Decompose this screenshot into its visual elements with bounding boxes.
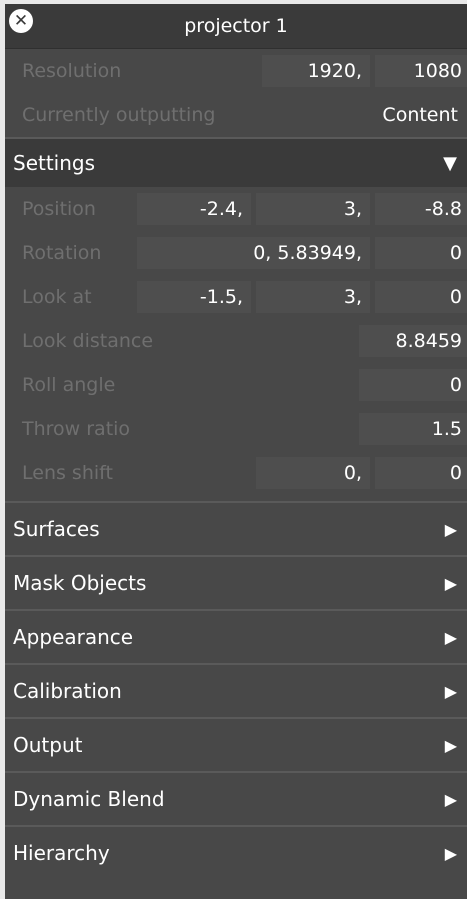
rotation-z-field[interactable]: 0	[375, 237, 467, 269]
appearance-section-header[interactable]: Appearance ▶	[5, 609, 467, 663]
hierarchy-label: Hierarchy	[13, 841, 110, 865]
throw-ratio-row: Throw ratio 1.5	[5, 407, 467, 451]
lens-shift-label: Lens shift	[22, 462, 113, 484]
look-at-x-field[interactable]: -1.5,	[137, 281, 251, 313]
mask-objects-label: Mask Objects	[13, 571, 147, 595]
resolution-label: Resolution	[22, 60, 122, 82]
look-distance-row: Look distance 8.8459	[5, 319, 467, 363]
look-at-y-field[interactable]: 3,	[256, 281, 370, 313]
title-bar: ✕ projector 1	[5, 4, 467, 49]
position-x-field[interactable]: -2.4,	[137, 193, 251, 225]
lens-shift-x-field[interactable]: 0,	[256, 457, 370, 489]
triangle-right-icon[interactable]: ▶	[445, 790, 457, 809]
resolution-height-field[interactable]: 1080	[375, 55, 467, 87]
output-label: Output	[13, 733, 83, 757]
lens-shift-y-field[interactable]: 0	[375, 457, 467, 489]
position-row: Position -2.4, 3, -8.8	[5, 187, 467, 231]
surfaces-section-header[interactable]: Surfaces ▶	[5, 501, 467, 555]
triangle-right-icon[interactable]: ▶	[445, 520, 457, 539]
dynamic-blend-section-header[interactable]: Dynamic Blend ▶	[5, 771, 467, 825]
panel-title: projector 1	[184, 15, 288, 37]
calibration-section-header[interactable]: Calibration ▶	[5, 663, 467, 717]
position-label: Position	[22, 198, 96, 220]
roll-angle-field[interactable]: 0	[359, 369, 467, 401]
resolution-width-field[interactable]: 1920,	[262, 55, 370, 87]
triangle-right-icon[interactable]: ▶	[445, 628, 457, 647]
currently-outputting-label: Currently outputting	[22, 104, 216, 126]
currently-outputting-value: Content	[382, 104, 458, 126]
position-y-field[interactable]: 3,	[256, 193, 370, 225]
dynamic-blend-label: Dynamic Blend	[13, 787, 165, 811]
surfaces-label: Surfaces	[13, 517, 100, 541]
lens-shift-row: Lens shift 0, 0	[5, 451, 467, 495]
look-at-row: Look at -1.5, 3, 0	[5, 275, 467, 319]
triangle-right-icon[interactable]: ▶	[445, 682, 457, 701]
currently-outputting-row: Currently outputting Content	[5, 93, 467, 137]
mask-objects-section-header[interactable]: Mask Objects ▶	[5, 555, 467, 609]
projector-panel: ✕ projector 1 Resolution 1920, 1080 Curr…	[5, 4, 467, 899]
triangle-down-icon[interactable]: ▼	[443, 153, 457, 174]
rotation-xy-field[interactable]: 0, 5.83949,	[137, 237, 370, 269]
roll-angle-label: Roll angle	[22, 374, 116, 396]
calibration-label: Calibration	[13, 679, 122, 703]
settings-section-header[interactable]: Settings ▼	[5, 137, 467, 187]
triangle-right-icon[interactable]: ▶	[445, 574, 457, 593]
hierarchy-section-header[interactable]: Hierarchy ▶	[5, 825, 467, 879]
rotation-label: Rotation	[22, 242, 102, 264]
resolution-row: Resolution 1920, 1080	[5, 49, 467, 93]
throw-ratio-field[interactable]: 1.5	[359, 413, 467, 445]
roll-angle-row: Roll angle 0	[5, 363, 467, 407]
look-at-label: Look at	[22, 286, 92, 308]
close-icon[interactable]: ✕	[9, 9, 33, 33]
settings-label: Settings	[13, 151, 96, 175]
appearance-label: Appearance	[13, 625, 134, 649]
look-distance-field[interactable]: 8.8459	[359, 325, 467, 357]
look-distance-label: Look distance	[22, 330, 154, 352]
rotation-row: Rotation 0, 5.83949, 0	[5, 231, 467, 275]
triangle-right-icon[interactable]: ▶	[445, 736, 457, 755]
output-section-header[interactable]: Output ▶	[5, 717, 467, 771]
throw-ratio-label: Throw ratio	[22, 418, 131, 440]
look-at-z-field[interactable]: 0	[375, 281, 467, 313]
position-z-field[interactable]: -8.8	[375, 193, 467, 225]
triangle-right-icon[interactable]: ▶	[445, 844, 457, 863]
